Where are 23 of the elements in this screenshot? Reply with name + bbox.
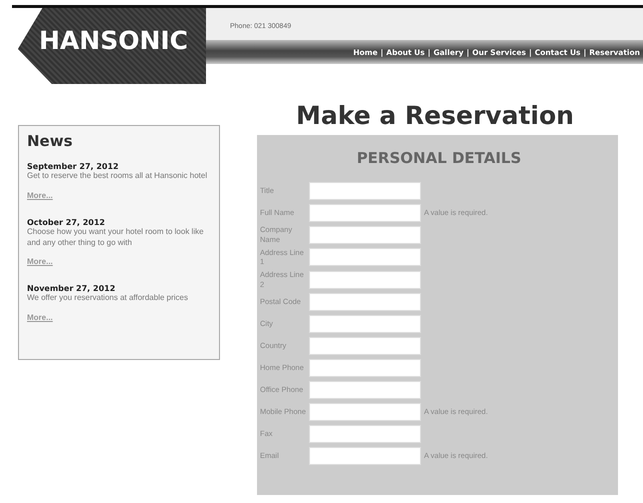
input-field[interactable] (309, 182, 421, 200)
input-field[interactable] (309, 315, 421, 333)
news-date: November 27, 2012 (27, 284, 116, 294)
news-text: Choose how you want your hotel room to look like and any other thing to go with (27, 226, 205, 248)
input-field[interactable] (309, 293, 421, 311)
news-date: September 27, 2012 (27, 162, 120, 171)
input-field[interactable] (309, 270, 421, 289)
input-field[interactable] (309, 447, 421, 465)
input-field[interactable] (309, 359, 421, 377)
input-field[interactable] (309, 248, 421, 266)
news-date: October 27, 2012 (27, 218, 106, 227)
news-heading: News (27, 132, 74, 150)
input-field[interactable] (309, 425, 421, 443)
input-field[interactable] (309, 204, 421, 222)
form-heading: PERSONAL DETAILS (356, 149, 522, 167)
page-title: Make a Reservation (296, 101, 575, 130)
news-text: Get to reserve the best rooms all at Hansonic hotel (27, 171, 208, 182)
input-field[interactable] (309, 381, 421, 399)
logo-text[interactable]: HANSONIC (39, 26, 188, 54)
input-field[interactable] (309, 226, 421, 244)
news-text: We offer you reservations at affordable prices (27, 293, 189, 304)
input-field[interactable] (309, 403, 421, 421)
input-field[interactable] (309, 337, 421, 355)
